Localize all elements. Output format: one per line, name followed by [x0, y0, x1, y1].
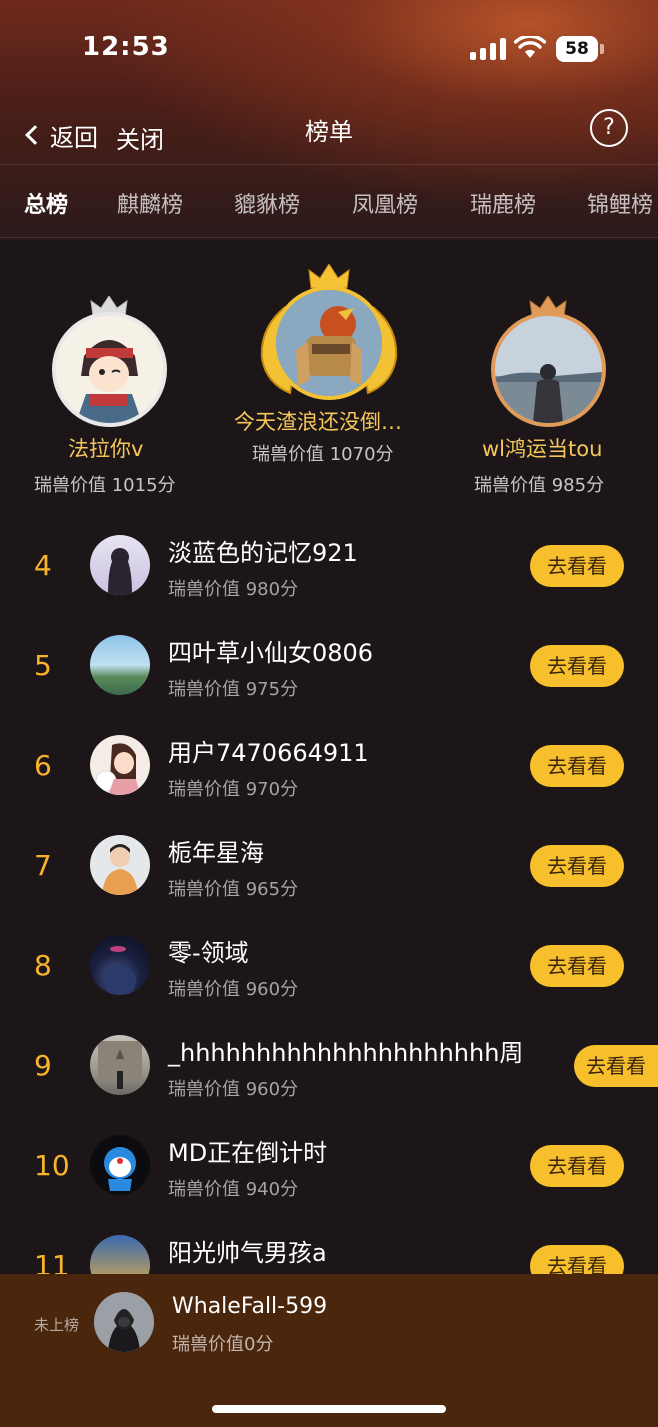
ranking-row: 9 _hhhhhhhhhhhhhhhhhhhhh周 瑞兽价值 960分 去看看 [0, 1017, 658, 1117]
ranking-row: 7 栀年星海 瑞兽价值 965分 去看看 [0, 817, 658, 917]
rank-number: 9 [34, 1049, 52, 1082]
podium-third-name: wl鸿运当tou [482, 437, 603, 461]
user-score: 瑞兽价值 960分 [168, 979, 299, 1000]
avatar [52, 312, 167, 427]
user-score: 瑞兽价值 965分 [168, 879, 299, 900]
user-name[interactable]: 四叶草小仙女0806 [168, 633, 373, 668]
ranking-row: 10 MD正在倒计时 瑞兽价值 940分 去看看 [0, 1117, 658, 1217]
avatar[interactable] [90, 535, 150, 595]
view-button[interactable]: 去看看 [530, 1145, 624, 1187]
view-button[interactable]: 去看看 [530, 845, 624, 887]
avatar[interactable] [90, 635, 150, 695]
avatar[interactable] [94, 1292, 154, 1352]
podium-first-score: 瑞兽价值 1070分 [252, 444, 394, 465]
rank-number: 10 [34, 1149, 70, 1182]
my-score: 瑞兽价值0分 [172, 1334, 274, 1355]
status-time: 12:53 [82, 32, 170, 62]
view-button[interactable]: 去看看 [530, 1245, 624, 1274]
wifi-icon [513, 34, 547, 60]
rank-number: 6 [34, 749, 52, 782]
avatar[interactable] [90, 1035, 150, 1095]
avatar[interactable] [90, 1235, 150, 1274]
rank-number: 11 [34, 1249, 70, 1274]
tab-deer[interactable]: 瑞鹿榜 [470, 187, 536, 219]
view-button[interactable]: 去看看 [530, 545, 624, 587]
avatar[interactable] [90, 735, 150, 795]
ranking-row: 11 阳光帅气男孩a 去看看 [0, 1217, 658, 1274]
user-name[interactable]: 用户7470664911 [168, 733, 369, 768]
category-tabs: 总榜 麒麟榜 貔貅榜 凤凰榜 瑞鹿榜 锦鲤榜 [0, 165, 658, 237]
podium-second-score: 瑞兽价值 1015分 [34, 475, 176, 496]
ranking-row: 8 零-领域 瑞兽价值 960分 去看看 [0, 917, 658, 1017]
user-score: 瑞兽价值 975分 [168, 679, 299, 700]
user-score: 瑞兽价值 980分 [168, 579, 299, 600]
podium-second-name: 法拉你v [68, 437, 144, 461]
podium-third-score: 瑞兽价值 985分 [474, 475, 605, 496]
tab-overall[interactable]: 总榜 [24, 187, 68, 219]
avatar [491, 312, 606, 427]
user-score: 瑞兽价值 960分 [168, 1079, 299, 1100]
tab-qilin[interactable]: 麒麟榜 [117, 187, 183, 219]
cellular-signal-icon [470, 38, 506, 60]
rank-number: 4 [34, 549, 52, 582]
divider [0, 237, 658, 238]
my-rank-status: 未上榜 [34, 1316, 80, 1334]
user-name[interactable]: 阳光帅气男孩a [168, 1233, 327, 1268]
battery-icon: 58 [556, 36, 604, 62]
status-bar: 12:53 58 [0, 0, 658, 100]
rank-number: 7 [34, 849, 52, 882]
avatar[interactable] [90, 1135, 150, 1195]
rank-number: 5 [34, 649, 52, 682]
battery-level: 58 [556, 36, 598, 62]
tab-pixiu[interactable]: 貔貅榜 [234, 187, 300, 219]
tab-phoenix[interactable]: 凤凰榜 [352, 187, 418, 219]
avatar[interactable] [90, 835, 150, 895]
podium: 法拉你v 瑞兽价值 1015分 今天渣浪还没倒… 瑞兽价值 1070分 wl鸿运… [0, 260, 658, 500]
user-name[interactable]: 淡蓝色的记忆921 [168, 533, 358, 568]
ranking-row: 6 用户7470664911 瑞兽价值 970分 去看看 [0, 717, 658, 817]
home-indicator[interactable] [212, 1405, 446, 1413]
user-score: 瑞兽价值 940分 [168, 1179, 299, 1200]
podium-first-name: 今天渣浪还没倒… [234, 410, 402, 434]
user-name[interactable]: MD正在倒计时 [168, 1133, 327, 1168]
page-title: 榜单 [305, 118, 353, 146]
view-button[interactable]: 去看看 [574, 1045, 658, 1087]
user-name[interactable]: 零-领域 [168, 933, 249, 968]
help-icon[interactable]: ? [590, 109, 628, 147]
ranking-row: 4 淡蓝色的记忆921 瑞兽价值 980分 去看看 [0, 517, 658, 617]
view-button[interactable]: 去看看 [530, 745, 624, 787]
ranking-list: 4 淡蓝色的记忆921 瑞兽价值 980分 去看看 5 四叶草小仙女0806 瑞… [0, 517, 658, 1274]
rank-number: 8 [34, 949, 52, 982]
my-name[interactable]: WhaleFall-599 [172, 1294, 327, 1319]
avatar[interactable] [90, 935, 150, 995]
view-button[interactable]: 去看看 [530, 645, 624, 687]
user-name[interactable]: _hhhhhhhhhhhhhhhhhhhhh周 [168, 1033, 523, 1068]
user-score: 瑞兽价值 970分 [168, 779, 299, 800]
avatar [272, 286, 386, 400]
view-button[interactable]: 去看看 [530, 945, 624, 987]
tab-koi[interactable]: 锦鲤榜 [587, 187, 653, 219]
ranking-row: 5 四叶草小仙女0806 瑞兽价值 975分 去看看 [0, 617, 658, 717]
nav-bar: 返回 关闭 榜单 ? [0, 100, 658, 164]
user-name[interactable]: 栀年星海 [168, 833, 264, 868]
